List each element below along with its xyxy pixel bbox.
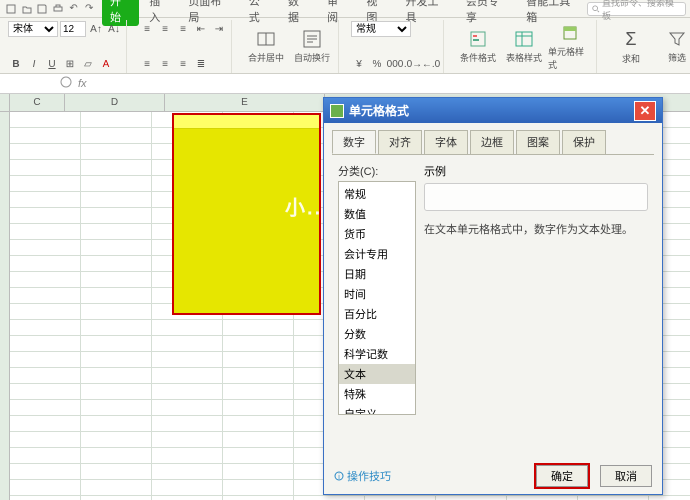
print-icon[interactable] [51, 2, 65, 16]
sample-label: 示例 [424, 163, 648, 179]
indent-dec-icon[interactable]: ⇤ [193, 21, 209, 37]
sample-box [424, 183, 648, 211]
search-icon [592, 5, 600, 13]
underline-icon[interactable]: U [44, 56, 60, 72]
currency-icon[interactable]: ¥ [351, 56, 367, 72]
tab-align[interactable]: 对齐 [378, 130, 422, 154]
bold-icon[interactable]: B [8, 56, 24, 72]
tab-protect[interactable]: 保护 [562, 130, 606, 154]
selection-first-row [174, 115, 319, 129]
dec-dec-icon[interactable]: ←.0 [423, 56, 439, 72]
cell-format-dialog: 单元格格式 ✕ 数字 对齐 字体 边框 图案 保护 分类(C): 常规 数值 货… [323, 97, 663, 495]
tab-number[interactable]: 数字 [332, 130, 376, 154]
decrease-font-icon[interactable]: A↓ [106, 21, 122, 37]
merge-group: 合并居中 自动换行 [240, 20, 339, 73]
align-left-icon[interactable]: ≡ [139, 56, 155, 72]
formula-bar: fx [0, 74, 690, 94]
dialog-body: 分类(C): 常规 数值 货币 会计专用 日期 时间 百分比 分数 科学记数 文… [332, 154, 654, 458]
category-list[interactable]: 常规 数值 货币 会计专用 日期 时间 百分比 分数 科学记数 文本 特殊 自定… [338, 181, 416, 415]
dec-inc-icon[interactable]: .0→ [405, 56, 421, 72]
italic-icon[interactable]: I [26, 56, 42, 72]
dialog-icon [330, 104, 344, 118]
info-icon: i [334, 471, 344, 481]
cat-currency[interactable]: 货币 [339, 224, 415, 244]
number-format-select[interactable]: 常规 [351, 21, 411, 37]
cancel-button[interactable]: 取消 [600, 465, 652, 487]
row-headers [0, 112, 10, 500]
tab-font[interactable]: 字体 [424, 130, 468, 154]
font-name-select[interactable]: 宋体 [8, 21, 58, 37]
number-group: 常规 ¥ % 000 .0→ ←.0 [347, 20, 444, 73]
col-d[interactable]: D [65, 94, 165, 111]
dialog-tabs: 数字 对齐 字体 边框 图案 保护 [324, 123, 662, 154]
ribbon: 宋体 A↑ A↓ B I U ⊞ ▱ A ≡ ≡ ≡ ⇤ ⇥ ≡ ≡ ≡ ≣ [0, 18, 690, 74]
dialog-right: 示例 在文本单元格格式中，数字作为文本处理。 [424, 163, 648, 454]
cond-format-button[interactable]: 条件格式 [456, 29, 500, 64]
increase-font-icon[interactable]: A↑ [88, 21, 104, 37]
cat-percent[interactable]: 百分比 [339, 304, 415, 324]
undo-icon[interactable]: ↶ [67, 2, 81, 16]
cat-date[interactable]: 日期 [339, 264, 415, 284]
search-input[interactable]: 直找命令、搜索模板 [587, 2, 686, 16]
cat-custom[interactable]: 自定义 [339, 404, 415, 415]
font-color-icon[interactable]: A [98, 56, 114, 72]
new-icon[interactable] [4, 2, 18, 16]
align-mid-icon[interactable]: ≡ [157, 21, 173, 37]
format-description: 在文本单元格格式中，数字作为文本处理。 [424, 221, 648, 237]
fx-label: fx [72, 78, 93, 90]
cat-time[interactable]: 时间 [339, 284, 415, 304]
edit-group: Σ求和 筛选 [605, 20, 690, 73]
cat-number[interactable]: 数值 [339, 204, 415, 224]
border-icon[interactable]: ⊞ [62, 56, 78, 72]
category-label: 分类(C): [338, 163, 416, 179]
align-group: ≡ ≡ ≡ ⇤ ⇥ ≡ ≡ ≡ ≣ [135, 20, 232, 73]
tip-link[interactable]: i 操作技巧 [334, 468, 391, 484]
dialog-footer: i 操作技巧 确定 取消 [324, 464, 662, 494]
align-center-icon[interactable]: ≡ [157, 56, 173, 72]
ok-button[interactable]: 确定 [536, 465, 588, 487]
align-right-icon[interactable]: ≡ [175, 56, 191, 72]
justify-icon[interactable]: ≣ [193, 56, 209, 72]
select-all[interactable] [0, 94, 10, 111]
tab-pattern[interactable]: 图案 [516, 130, 560, 154]
align-bot-icon[interactable]: ≡ [175, 21, 191, 37]
cat-fraction[interactable]: 分数 [339, 324, 415, 344]
font-size-input[interactable] [60, 21, 86, 37]
cat-scientific[interactable]: 科学记数 [339, 344, 415, 364]
open-icon[interactable] [20, 2, 34, 16]
redo-icon[interactable]: ↷ [82, 2, 96, 16]
close-button[interactable]: ✕ [634, 101, 656, 121]
cat-text[interactable]: 文本 [339, 364, 415, 384]
tab-border[interactable]: 边框 [470, 130, 514, 154]
cat-accounting[interactable]: 会计专用 [339, 244, 415, 264]
comma-icon[interactable]: 000 [387, 56, 403, 72]
percent-icon[interactable]: % [369, 56, 385, 72]
col-e[interactable]: E [165, 94, 325, 111]
wrap-button[interactable]: 自动换行 [290, 29, 334, 64]
fill-color-icon[interactable]: ▱ [80, 56, 96, 72]
sum-button[interactable]: Σ求和 [609, 29, 653, 65]
styles-group: 条件格式 表格样式 单元格样式 [452, 20, 597, 73]
fx-icon[interactable] [60, 76, 72, 91]
selection: 小... [172, 113, 321, 315]
align-top-icon[interactable]: ≡ [139, 21, 155, 37]
font-group: 宋体 A↑ A↓ B I U ⊞ ▱ A [4, 20, 127, 73]
save-icon[interactable] [35, 2, 49, 16]
col-c[interactable]: C [10, 94, 65, 111]
table-style-button[interactable]: 表格样式 [502, 29, 546, 64]
cat-general[interactable]: 常规 [339, 184, 415, 204]
dialog-titlebar[interactable]: 单元格格式 ✕ [324, 98, 662, 123]
quick-access-toolbar: ↶ ↷ 开始 插入 页面布局 公式 数据 审阅 视图 开发工具 会员专享 智能工… [0, 0, 690, 18]
filter-button[interactable]: 筛选 [655, 29, 690, 64]
merge-button[interactable]: 合并居中 [244, 29, 288, 64]
dialog-title: 单元格格式 [349, 102, 409, 119]
cat-special[interactable]: 特殊 [339, 384, 415, 404]
cell-style-button[interactable]: 单元格样式 [548, 23, 592, 71]
search-placeholder: 直找命令、搜索模板 [602, 0, 681, 22]
indent-inc-icon[interactable]: ⇥ [211, 21, 227, 37]
